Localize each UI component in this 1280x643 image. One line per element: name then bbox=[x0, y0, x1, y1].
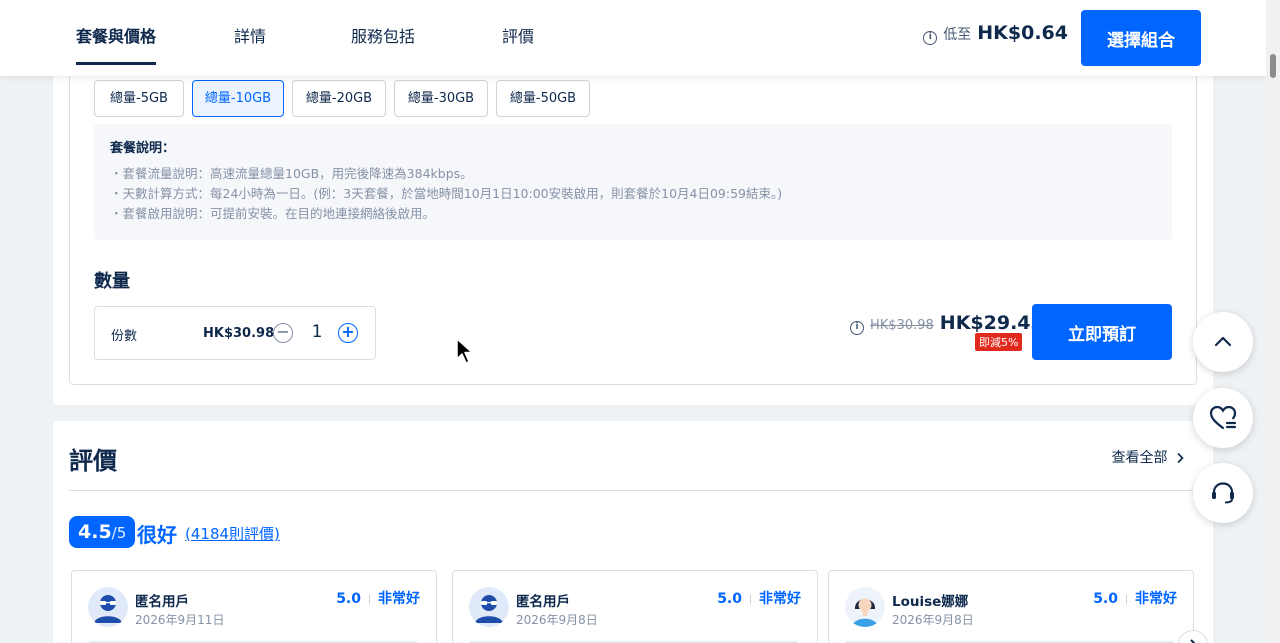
option-20gb[interactable]: 總量-20GB bbox=[292, 80, 386, 117]
view-all-link[interactable]: 查看全部 bbox=[1112, 447, 1185, 467]
review-score: 5.0 非常好 bbox=[336, 588, 420, 608]
heart-icon bbox=[1209, 405, 1237, 430]
chevron-right-icon bbox=[1190, 639, 1196, 643]
option-10gb[interactable]: 總量-10GB bbox=[192, 80, 284, 117]
review-score: 5.0 非常好 bbox=[1093, 588, 1177, 608]
unit-price: HK$30.98 bbox=[203, 326, 275, 341]
price-prefix: 低至 bbox=[943, 27, 972, 43]
book-now-button[interactable]: 立即預訂 bbox=[1032, 304, 1172, 360]
anonymous-avatar bbox=[469, 587, 509, 627]
anonymous-avatar bbox=[88, 587, 128, 627]
quantity-value: 1 bbox=[311, 322, 323, 342]
reviewer-name: Louise娜娜 bbox=[892, 594, 969, 610]
description-title: 套餐說明： bbox=[110, 141, 176, 156]
reviewer-name: 匿名用戶 bbox=[135, 594, 189, 610]
review-date: 2026年9月8日 bbox=[516, 613, 598, 627]
woman-avatar bbox=[845, 587, 885, 627]
scrollbar-thumb[interactable] bbox=[1270, 54, 1276, 78]
review-card[interactable]: 匿名用戶 2026年9月8日 5.0 非常好 bbox=[452, 570, 818, 643]
package-panel: 總量-5GB 總量-10GB 總量-20GB 總量-30GB 總量-50GB 套… bbox=[69, 40, 1197, 385]
header-price: i 低至 HK$0.64 bbox=[923, 22, 1068, 45]
reviewer-name: 匿名用戶 bbox=[516, 594, 570, 610]
total-price: i HK$30.98 HK$29.43 bbox=[850, 312, 1044, 335]
review-score-label: 非常好 bbox=[378, 591, 420, 607]
sticky-header: 套餐與價格 詳情 服務包括 評價 i 低至 HK$0.64 選擇組合 bbox=[0, 0, 1266, 76]
description-line: ・套餐流量說明：高速流量總量10GB，用完後降速為384kbps。 bbox=[110, 166, 473, 181]
review-score-label: 非常好 bbox=[759, 591, 801, 607]
reviews-title: 評價 bbox=[69, 447, 117, 475]
lowest-price: HK$0.64 bbox=[977, 22, 1068, 44]
score-max: /5 bbox=[111, 524, 127, 542]
review-score-value: 5.0 bbox=[336, 591, 361, 607]
option-50gb[interactable]: 總量-50GB bbox=[496, 80, 590, 117]
review-card[interactable]: Louise娜娜 2026年9月8日 5.0 非常好 bbox=[828, 570, 1194, 643]
review-score-value: 5.0 bbox=[717, 591, 742, 607]
package-card: 總量-5GB 總量-10GB 總量-20GB 總量-30GB 總量-50GB 套… bbox=[53, 40, 1213, 405]
plus-icon[interactable]: + bbox=[338, 323, 358, 343]
review-date: 2026年9月8日 bbox=[892, 613, 974, 627]
discount-badge: 即減5% bbox=[975, 333, 1023, 351]
package-description: 套餐說明： ・套餐流量說明：高速流量總量10GB，用完後降速為384kbps。 … bbox=[94, 124, 1172, 240]
tab-details[interactable]: 詳情 bbox=[234, 0, 266, 64]
review-score-value: 5.0 bbox=[1093, 591, 1118, 607]
back-to-top-button[interactable] bbox=[1193, 312, 1253, 372]
tab-reviews[interactable]: 評價 bbox=[502, 0, 534, 64]
info-icon[interactable]: i bbox=[923, 31, 938, 45]
rating-score: 4.5/5 bbox=[69, 516, 136, 548]
original-price: HK$30.98 bbox=[870, 318, 934, 333]
quantity-stepper: 份數 HK$30.98 − 1 + bbox=[94, 306, 376, 360]
description-line: ・天數計算方式：每24小時為一日。(例：3天套餐，於當地時間10月1日10:00… bbox=[110, 186, 783, 201]
quantity-title: 數量 bbox=[94, 271, 130, 292]
chevron-right-icon bbox=[1177, 452, 1184, 464]
review-count-link[interactable]: (4184則評價) bbox=[185, 523, 280, 544]
favorite-button[interactable] bbox=[1193, 388, 1253, 448]
option-30gb[interactable]: 總量-30GB bbox=[394, 80, 488, 117]
rating-verdict: 很好 bbox=[137, 523, 177, 547]
score-value: 4.5 bbox=[78, 521, 112, 543]
reviews-section: 評價 查看全部 4.5/5 很好 (4184則評價) 匿名用戶 2026年9月1… bbox=[53, 421, 1213, 643]
customer-service-icon bbox=[1212, 482, 1234, 504]
review-card[interactable]: 匿名用戶 2026年9月11日 5.0 非常好 bbox=[71, 570, 437, 643]
minus-icon[interactable]: − bbox=[273, 323, 293, 343]
option-5gb[interactable]: 總量-5GB bbox=[94, 80, 184, 117]
scrollbar[interactable] bbox=[1266, 0, 1280, 643]
quantity-label: 份數 bbox=[111, 329, 138, 344]
chevron-up-icon bbox=[1214, 336, 1232, 347]
view-all-label: 查看全部 bbox=[1111, 450, 1168, 466]
description-line: ・套餐啟用說明：可提前安裝。在目的地連接網絡後啟用。 bbox=[110, 206, 436, 221]
divider bbox=[69, 490, 1194, 491]
tab-packages[interactable]: 套餐與價格 bbox=[76, 0, 157, 65]
tab-inclusions[interactable]: 服務包括 bbox=[351, 0, 415, 64]
discounted-price: HK$29.43 bbox=[939, 312, 1044, 334]
select-package-button[interactable]: 選擇組合 bbox=[1081, 10, 1201, 66]
mouse-cursor-icon bbox=[456, 338, 473, 364]
info-icon[interactable]: i bbox=[850, 321, 864, 335]
review-score-label: 非常好 bbox=[1135, 591, 1177, 607]
customer-service-button[interactable] bbox=[1193, 463, 1253, 523]
review-date: 2026年9月11日 bbox=[135, 613, 225, 627]
review-score: 5.0 非常好 bbox=[717, 588, 801, 608]
